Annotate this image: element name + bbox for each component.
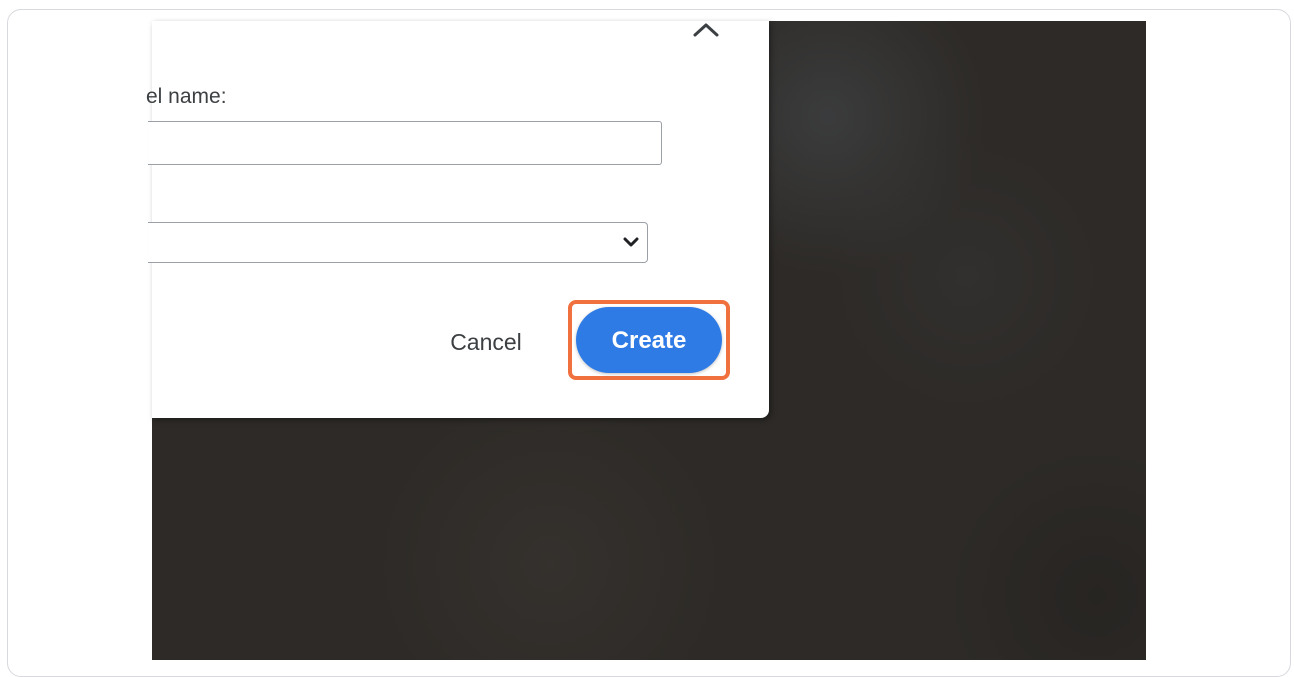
parent-select[interactable] bbox=[148, 222, 648, 263]
create-button[interactable]: Create bbox=[576, 307, 722, 373]
name-input[interactable] bbox=[148, 121, 662, 165]
create-label-dialog: el name: Cancel Create bbox=[146, 21, 769, 418]
chevron-down-icon bbox=[623, 237, 639, 247]
name-field-label: el name: bbox=[146, 85, 227, 108]
cancel-button[interactable]: Cancel bbox=[434, 321, 538, 361]
chevron-up-icon[interactable] bbox=[692, 21, 720, 41]
